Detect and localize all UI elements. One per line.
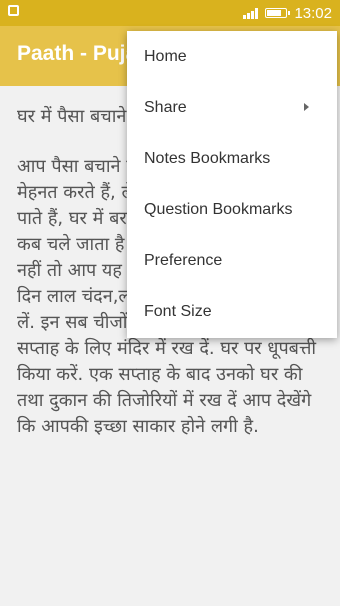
menu-item-share[interactable]: Share <box>127 82 337 133</box>
battery-icon <box>265 8 291 18</box>
menu-item-label: Share <box>144 98 187 116</box>
app-title: Paath - Puja <box>17 42 138 65</box>
menu-item-label: Question Bookmarks <box>144 200 293 218</box>
menu-item-label: Preference <box>144 251 223 269</box>
overflow-menu: Home Share Notes Bookmarks Question Book… <box>127 31 337 338</box>
signal-icon <box>243 7 259 19</box>
status-time: 13:02 <box>294 4 332 22</box>
chevron-right-icon <box>304 103 309 111</box>
notification-icon <box>8 5 19 16</box>
menu-item-home[interactable]: Home <box>127 31 337 82</box>
menu-item-question-bookmarks[interactable]: Question Bookmarks <box>127 184 337 235</box>
status-indicators: 13:02 <box>243 4 332 22</box>
menu-item-notes-bookmarks[interactable]: Notes Bookmarks <box>127 133 337 184</box>
menu-item-font-size[interactable]: Font Size <box>127 286 337 337</box>
status-bar: 13:02 <box>0 0 340 26</box>
menu-item-label: Notes Bookmarks <box>144 149 271 167</box>
menu-item-label: Font Size <box>144 302 212 320</box>
menu-item-preference[interactable]: Preference <box>127 235 337 286</box>
menu-item-label: Home <box>144 47 187 65</box>
